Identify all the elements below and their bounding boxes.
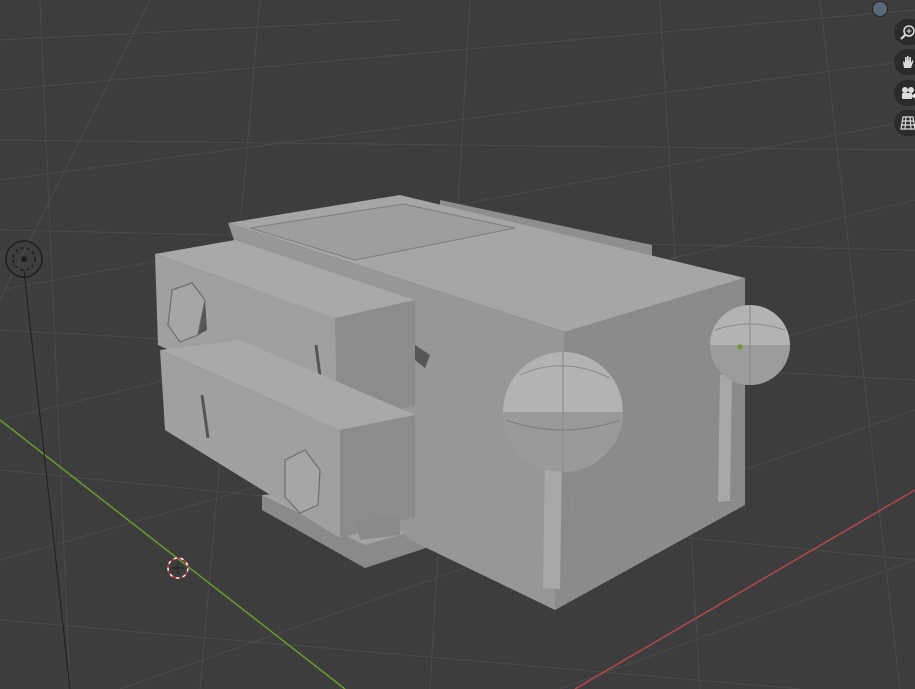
grid-perspective-icon (900, 116, 915, 130)
ortho-toggle-button[interactable] (894, 110, 915, 136)
axis-gizmo-icon[interactable] (872, 1, 888, 17)
3d-cursor-icon[interactable] (167, 557, 189, 579)
zoom-icon (900, 25, 915, 40)
camera-button[interactable] (894, 80, 915, 106)
hand-icon (903, 56, 914, 68)
3d-viewport[interactable] (0, 0, 915, 689)
pan-button[interactable] (894, 49, 915, 75)
3d-model[interactable] (155, 195, 790, 610)
camera-icon (902, 87, 915, 99)
zoom-button[interactable] (894, 19, 915, 45)
